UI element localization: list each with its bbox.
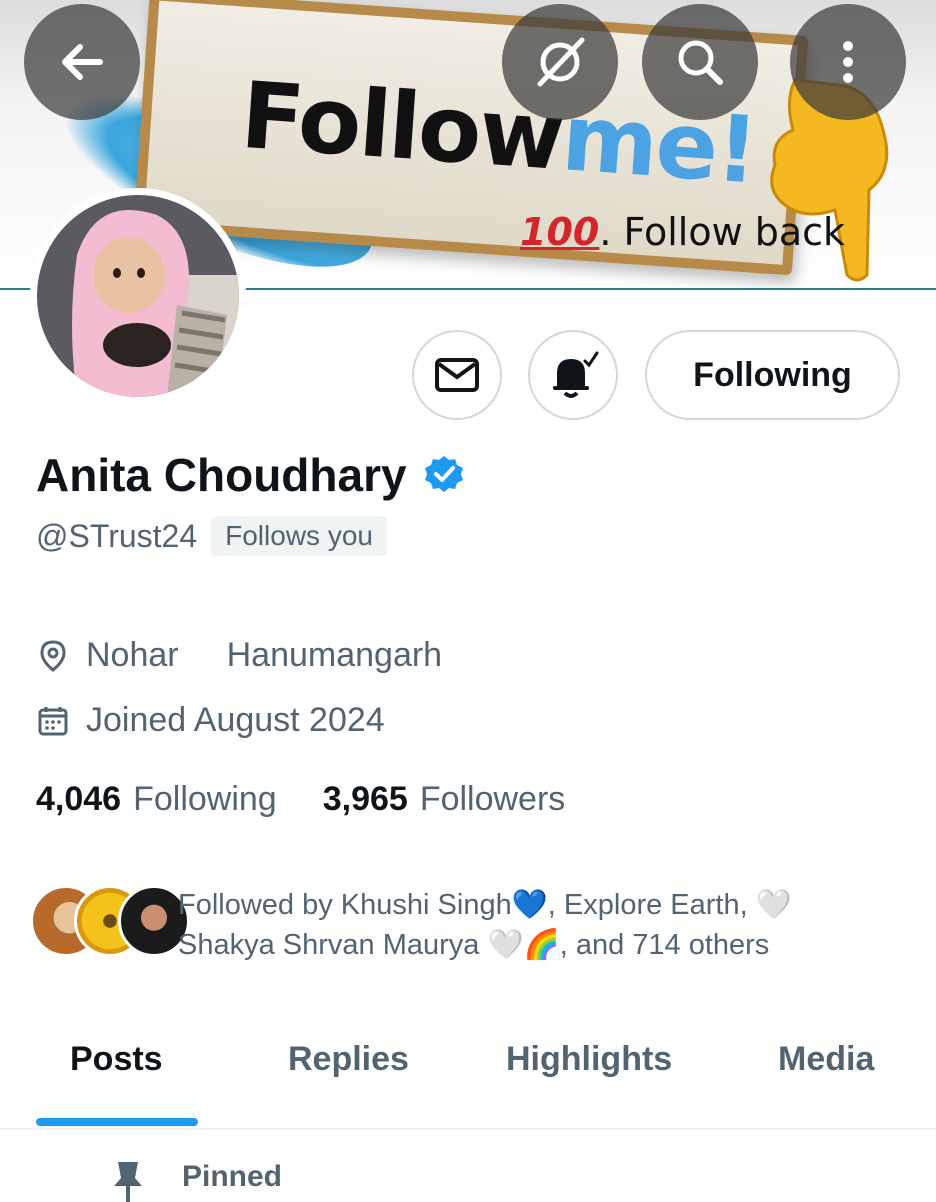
- followers-count: 3,965: [322, 780, 408, 818]
- location-row: Nohar Hanumangarh: [36, 636, 442, 675]
- mail-icon: [435, 358, 479, 392]
- tab-highlights[interactable]: Highlights: [506, 1040, 672, 1079]
- profile-name: Anita Choudhary: [36, 449, 407, 501]
- profile-tabs: Posts Replies Highlights Media: [0, 1030, 936, 1128]
- more-options-button[interactable]: [790, 4, 906, 120]
- hundred-points-emoji: 100: [520, 210, 600, 254]
- back-arrow-icon: [62, 44, 103, 80]
- grok-icon: [537, 37, 585, 87]
- following-count: 4,046: [36, 780, 122, 818]
- tab-replies[interactable]: Replies: [288, 1040, 409, 1079]
- followed-by-line-2: Shakya Shrvan Maurya 🤍🌈, and 714 others: [178, 929, 770, 961]
- followers-stat[interactable]: 3,965 Followers: [323, 780, 566, 819]
- search-button[interactable]: [642, 4, 758, 120]
- verified-badge-icon[interactable]: [423, 454, 465, 496]
- bell-check-icon: [553, 351, 599, 398]
- joined-date: Joined August 2024: [86, 701, 385, 739]
- following-stat[interactable]: 4,046 Following: [36, 780, 277, 819]
- follows-you-badge: Follows you: [211, 516, 387, 556]
- follow-stats: 4,046 Following 3,965 Followers: [36, 780, 565, 819]
- back-button[interactable]: [24, 4, 140, 120]
- location-district: Hanumangarh: [226, 636, 443, 674]
- following-label: Following: [133, 780, 277, 818]
- pinned-row: Pinned: [0, 1150, 936, 1202]
- message-button[interactable]: [412, 330, 502, 420]
- profile-avatar[interactable]: [30, 188, 246, 404]
- grok-button[interactable]: [502, 4, 618, 120]
- profile-handle: @STrust24: [36, 517, 198, 554]
- tab-media[interactable]: Media: [778, 1040, 874, 1079]
- more-vertical-icon: [843, 41, 853, 83]
- profile-name-row: Anita Choudhary: [36, 448, 465, 502]
- avatar-photo: [37, 195, 239, 397]
- banner-follow-back: 100. Follow back: [520, 210, 845, 254]
- handle-row: @STrust24 Follows you: [36, 516, 387, 556]
- search-icon: [678, 40, 723, 85]
- notifications-button[interactable]: [528, 330, 618, 420]
- followers-label: Followers: [419, 780, 566, 818]
- following-button[interactable]: Following: [645, 330, 900, 420]
- joined-row: Joined August 2024: [36, 701, 385, 740]
- location-city: Nohar: [86, 636, 179, 674]
- follow-back-text: . Follow back: [599, 210, 846, 254]
- location-pin-icon: [40, 639, 66, 672]
- followed-by-line-1: Followed by Khushi Singh💙, Explore Earth…: [178, 889, 792, 921]
- tabs-divider: [0, 1128, 936, 1130]
- pin-icon: [114, 1162, 142, 1202]
- avatar-illustration: [37, 195, 239, 397]
- tab-posts[interactable]: Posts: [70, 1040, 163, 1079]
- active-tab-indicator: [36, 1118, 198, 1126]
- followed-by-text: Followed by Khushi Singh💙, Explore Earth…: [178, 885, 858, 965]
- pinned-label: Pinned: [182, 1160, 283, 1193]
- calendar-icon: [38, 706, 68, 735]
